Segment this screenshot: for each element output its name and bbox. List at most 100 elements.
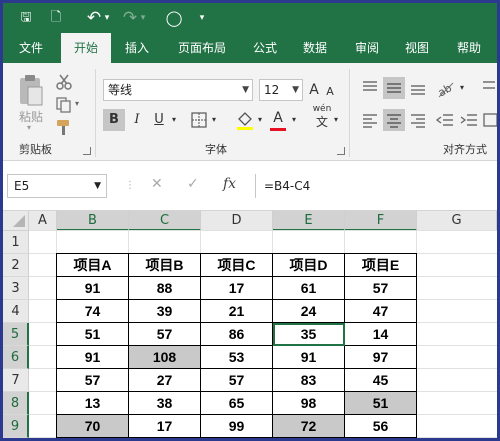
customize-qat-icon[interactable]: ▾: [197, 9, 207, 27]
table-cell[interactable]: 51: [57, 323, 129, 346]
table-cell[interactable]: 57: [201, 369, 273, 392]
new-file-icon[interactable]: 🗋: [47, 9, 65, 27]
orientation-dropdown-icon[interactable]: ▾: [457, 77, 467, 99]
table-header-cell[interactable]: 项目E: [345, 254, 417, 277]
font-color-dropdown-icon[interactable]: ▾: [289, 109, 299, 131]
clipboard-launcher-icon[interactable]: [83, 147, 91, 155]
underline-dropdown-icon[interactable]: ▾: [169, 109, 179, 131]
table-cell[interactable]: 56: [345, 415, 417, 438]
italic-button[interactable]: I: [127, 109, 147, 131]
insert-function-icon[interactable]: fx: [223, 176, 236, 192]
decrease-indent-icon[interactable]: [435, 111, 455, 129]
phonetic-dropdown-icon[interactable]: ▾: [331, 109, 341, 131]
table-cell[interactable]: 17: [129, 415, 201, 438]
column-header-e[interactable]: E: [273, 211, 345, 231]
bold-button[interactable]: B: [103, 109, 125, 131]
table-cell[interactable]: 70: [57, 415, 129, 438]
table-cell[interactable]: 74: [57, 300, 129, 323]
row-header-3[interactable]: 3: [3, 277, 29, 300]
shape-circle-icon[interactable]: ◯: [165, 9, 183, 27]
row-header-4[interactable]: 4: [3, 300, 29, 323]
format-painter-icon[interactable]: [55, 118, 73, 136]
redo-icon[interactable]: ↷: [121, 9, 139, 27]
table-header-cell[interactable]: 项目B: [129, 254, 201, 277]
row-header-6[interactable]: 6: [3, 346, 29, 369]
tab-view[interactable]: 视图: [395, 33, 439, 63]
grow-font-button[interactable]: A: [307, 79, 321, 101]
column-header-g[interactable]: G: [417, 211, 497, 231]
table-cell[interactable]: 17: [201, 277, 273, 300]
increase-indent-icon[interactable]: [459, 111, 479, 129]
table-cell[interactable]: 57: [129, 323, 201, 346]
table-cell[interactable]: 72: [273, 415, 345, 438]
align-left-icon[interactable]: [361, 111, 379, 129]
table-cell[interactable]: 45: [345, 369, 417, 392]
table-cell[interactable]: 61: [273, 277, 345, 300]
fill-color-icon[interactable]: [235, 111, 255, 131]
tab-review[interactable]: 审阅: [345, 33, 389, 63]
merge-center-icon[interactable]: [483, 111, 497, 129]
font-name-select[interactable]: 等线 ▼: [103, 79, 253, 101]
undo-dropdown-icon[interactable]: ▾: [102, 9, 112, 27]
tab-help[interactable]: 帮助: [447, 33, 491, 63]
row-header-5[interactable]: 5: [3, 323, 29, 346]
tab-home[interactable]: 开始: [61, 33, 111, 63]
font-launcher-icon[interactable]: [337, 147, 345, 155]
undo-icon[interactable]: ↶: [85, 9, 103, 27]
table-cell[interactable]: 97: [345, 346, 417, 369]
copy-dropdown-icon[interactable]: ▾: [75, 99, 79, 108]
cancel-icon[interactable]: ✕: [151, 176, 163, 192]
table-cell[interactable]: 91: [273, 346, 345, 369]
table-header-cell[interactable]: 项目A: [57, 254, 129, 277]
table-cell[interactable]: 91: [57, 277, 129, 300]
font-color-icon[interactable]: A: [269, 107, 287, 129]
table-cell[interactable]: 65: [201, 392, 273, 415]
tab-data[interactable]: 数据: [293, 33, 337, 63]
row-header-2[interactable]: 2: [3, 254, 29, 277]
column-header-f[interactable]: F: [345, 211, 417, 231]
table-cell[interactable]: 51: [345, 392, 417, 415]
table-cell[interactable]: 57: [57, 369, 129, 392]
active-cell[interactable]: 35: [273, 323, 345, 346]
copy-icon[interactable]: [55, 96, 73, 114]
row-header-8[interactable]: 8: [3, 392, 29, 415]
phonetic-char[interactable]: 文: [313, 115, 331, 137]
tab-file[interactable]: 文件: [9, 33, 53, 63]
fill-color-dropdown-icon[interactable]: ▾: [255, 109, 265, 131]
tab-formulas[interactable]: 公式: [243, 33, 287, 63]
paste-dropdown-icon[interactable]: ▾: [27, 123, 31, 132]
name-box[interactable]: E5 ▼: [7, 174, 107, 198]
orientation-icon[interactable]: ab: [435, 77, 457, 99]
align-right-icon[interactable]: [409, 111, 427, 129]
table-cell[interactable]: 21: [201, 300, 273, 323]
table-cell[interactable]: 13: [57, 392, 129, 415]
align-bottom-icon[interactable]: [409, 79, 427, 97]
table-cell[interactable]: 98: [273, 392, 345, 415]
table-cell[interactable]: 57: [345, 277, 417, 300]
column-header-c[interactable]: C: [129, 211, 201, 231]
enter-icon[interactable]: ✓: [187, 176, 199, 192]
borders-icon[interactable]: [191, 112, 207, 128]
table-cell[interactable]: 88: [129, 277, 201, 300]
table-cell[interactable]: 24: [273, 300, 345, 323]
row-header-7[interactable]: 7: [3, 369, 29, 392]
redo-dropdown-icon[interactable]: ▾: [138, 9, 148, 27]
align-center-button[interactable]: [383, 109, 405, 131]
table-cell[interactable]: 108: [129, 346, 201, 369]
table-header-cell[interactable]: 项目C: [201, 254, 273, 277]
table-cell[interactable]: 39: [129, 300, 201, 323]
table-cell[interactable]: 99: [201, 415, 273, 438]
table-cell[interactable]: 38: [129, 392, 201, 415]
shrink-font-button[interactable]: A: [323, 81, 337, 103]
table-header-cell[interactable]: 项目D: [273, 254, 345, 277]
underline-button[interactable]: U: [149, 109, 169, 131]
select-all-corner[interactable]: [3, 211, 29, 231]
column-header-b[interactable]: B: [57, 211, 129, 231]
tab-page-layout[interactable]: 页面布局: [169, 33, 235, 63]
table-cell[interactable]: 53: [201, 346, 273, 369]
save-icon[interactable]: 🖫: [17, 9, 35, 27]
table-cell[interactable]: 86: [201, 323, 273, 346]
table-cell[interactable]: 83: [273, 369, 345, 392]
cut-icon[interactable]: [55, 73, 73, 91]
table-cell[interactable]: 27: [129, 369, 201, 392]
